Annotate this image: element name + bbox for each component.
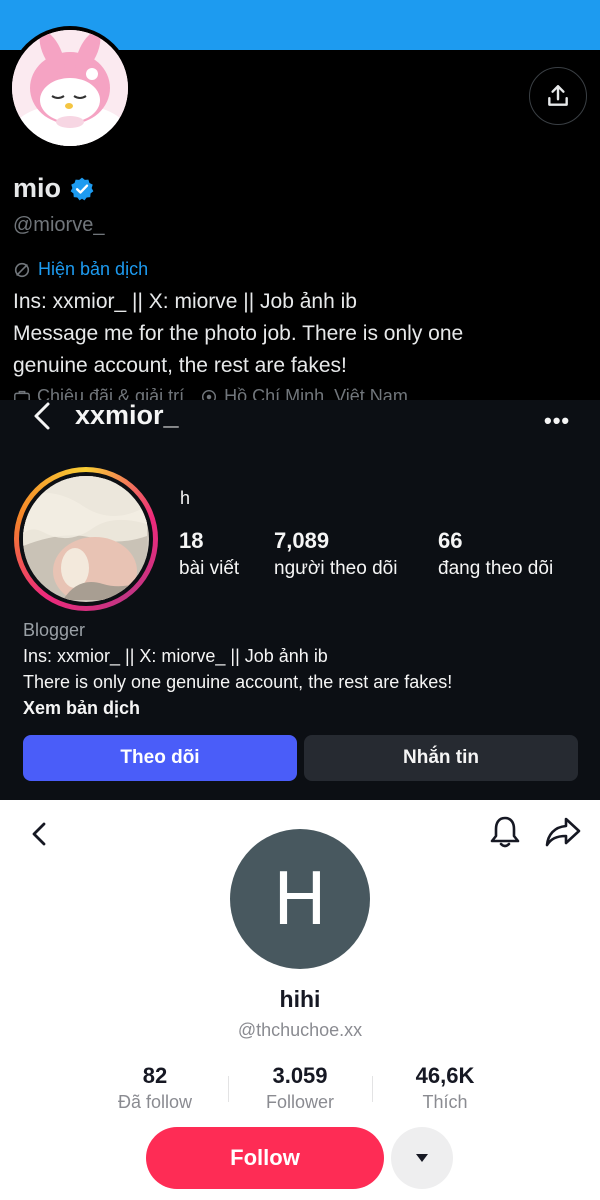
verified-badge-icon[interactable]	[69, 176, 95, 202]
stat-posts[interactable]: 18 bài viết	[179, 528, 239, 580]
avatar	[23, 476, 149, 602]
bio: Ins: xxmior_ || X: miorve || Job ảnh ib …	[13, 286, 593, 382]
x-profile-panel: mio @miorve_ Hiện bản dịch Ins: xxmior_ …	[0, 0, 600, 400]
profile-meta: Chiêu đãi & giải trí Hồ Chí Minh, Việt N…	[13, 386, 408, 400]
bio-line: Ins: xxmior_ || X: miorve_ || Job ảnh ib	[23, 646, 328, 666]
follow-button[interactable]: Theo dõi	[23, 735, 297, 781]
display-name: mio	[13, 173, 62, 203]
stat-value: 46,6K	[415, 1063, 475, 1088]
stat-value: 3.059	[272, 1063, 328, 1088]
avatar-photo	[23, 476, 147, 602]
stat-label: người theo dõi	[274, 558, 398, 579]
category-label: Blogger	[23, 620, 86, 640]
follow-button[interactable]: Follow	[146, 1127, 384, 1189]
caret-down-icon	[416, 1154, 428, 1162]
bio-line: There is only one genuine account, the r…	[23, 672, 453, 692]
x-name-row: mio	[13, 173, 95, 204]
meta-category: Chiêu đãi & giải trí	[13, 386, 184, 400]
handle: @thchuchoe.xx	[237, 1020, 363, 1040]
bell-icon[interactable]	[488, 814, 522, 850]
stat-followers[interactable]: 3.059 Follower	[225, 1063, 375, 1113]
stat-label: Thích	[422, 1092, 468, 1112]
username-title: xxmior_	[75, 400, 179, 430]
stat-label: Follower	[265, 1092, 335, 1112]
melody-avatar-image	[12, 30, 128, 146]
back-icon[interactable]	[30, 400, 54, 432]
display-name: h	[180, 488, 191, 508]
meta-category-text: Chiêu đãi & giải trí	[37, 386, 185, 400]
show-translation-link[interactable]: Hiện bản dịch	[13, 259, 148, 280]
stat-following[interactable]: 82 Đã follow	[80, 1063, 230, 1113]
handle: @miorve_	[13, 214, 105, 236]
meta-location-text: Hồ Chí Minh, Việt Nam	[224, 386, 408, 400]
stat-value: 82	[142, 1063, 168, 1088]
stat-following[interactable]: 66 đang theo dõi	[438, 528, 553, 580]
briefcase-icon	[14, 390, 30, 400]
more-icon[interactable]: •••	[544, 408, 570, 434]
instagram-profile-panel: xxmior_ ••• h 18 bài viết 7,089 người th…	[0, 400, 600, 800]
stat-followers[interactable]: 7,089 người theo dõi	[274, 528, 397, 580]
see-translation-link[interactable]: Xem bản dịch	[23, 698, 140, 719]
story-ring[interactable]	[14, 467, 158, 611]
stat-label: bài viết	[179, 558, 240, 579]
translate-icon	[14, 262, 30, 277]
share-icon	[548, 85, 568, 106]
stat-value: 7,089	[274, 528, 330, 553]
bio-line: Message me for the photo job. There is o…	[13, 322, 464, 345]
location-pin-icon	[202, 389, 217, 400]
bio-line: Ins: xxmior_ || X: miorve || Job ảnh ib	[13, 290, 357, 313]
meta-location: Hồ Chí Minh, Việt Nam	[200, 386, 408, 400]
stat-value: 66	[438, 528, 463, 553]
stat-label: đang theo dõi	[438, 558, 554, 579]
x-avatar[interactable]	[8, 26, 132, 150]
tiktok-profile-panel: H hihi @thchuchoe.xx 82 Đã follow 3.059 …	[0, 800, 600, 1200]
more-options-button[interactable]	[391, 1127, 453, 1189]
share-arrow-icon[interactable]	[544, 815, 582, 849]
share-button[interactable]	[529, 67, 587, 125]
display-name: hihi	[279, 986, 321, 1012]
message-button[interactable]: Nhắn tin	[304, 735, 578, 781]
stat-likes[interactable]: 46,6K Thích	[370, 1063, 520, 1113]
back-icon[interactable]	[28, 818, 50, 850]
bio-line: genuine account, the rest are fakes!	[13, 354, 347, 377]
show-translation-label: Hiện bản dịch	[38, 259, 149, 279]
avatar-initial: H	[272, 857, 328, 941]
stat-label: Đã follow	[117, 1092, 193, 1112]
stat-value: 18	[179, 528, 204, 553]
avatar[interactable]: H	[230, 829, 370, 969]
